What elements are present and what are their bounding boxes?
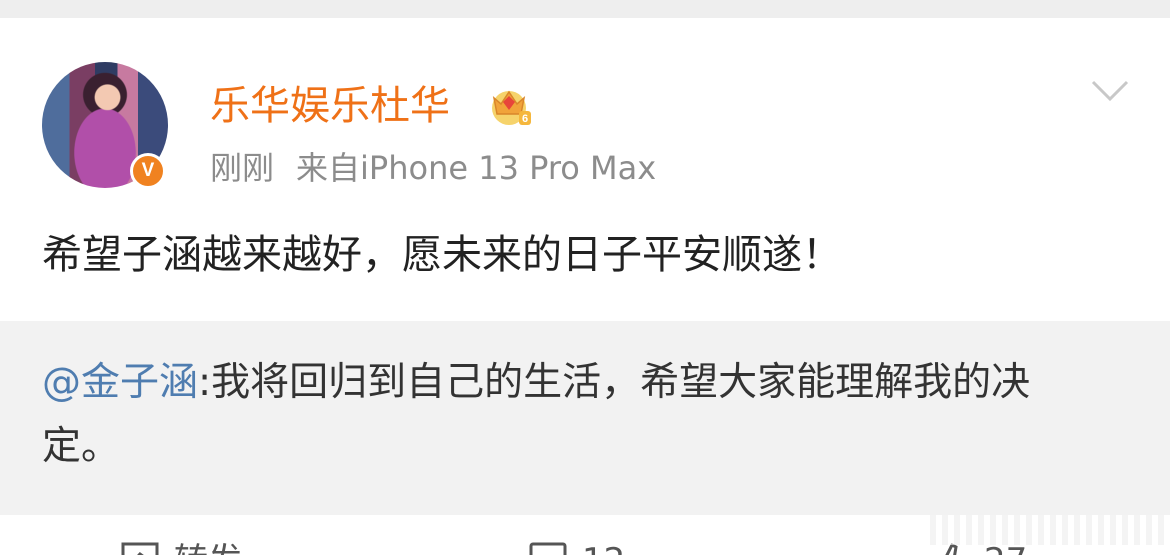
image-watermark-strip (930, 515, 1170, 545)
post-time: 刚刚 (210, 149, 275, 187)
post-body: 希望子涵越来越好，愿未来的日子平安顺遂！ (42, 232, 842, 278)
repost-box[interactable]: @金子涵:我将回归到自己的生活，希望大家能理解我的决定。 (0, 321, 1170, 515)
author-name[interactable]: 乐华娱乐杜华 (210, 82, 450, 130)
verified-v-icon: V (130, 153, 166, 189)
repost-body: @金子涵:我将回归到自己的生活，希望大家能理解我的决定。 (42, 351, 1102, 479)
comment-icon (529, 542, 567, 555)
repost-label: 转发 (174, 541, 242, 555)
comment-button[interactable]: 12 (528, 541, 625, 555)
member-crown-icon[interactable]: 6 (488, 84, 534, 128)
svg-text:6: 6 (522, 113, 528, 125)
chevron-down-icon[interactable] (1090, 78, 1130, 104)
feed-divider (0, 0, 1170, 18)
comment-count: 12 (582, 541, 625, 555)
post-meta: 刚刚 来自iPhone 13 Pro Max (210, 148, 656, 188)
repost-icon (121, 542, 159, 555)
repost-mention-link[interactable]: @金子涵 (42, 360, 198, 405)
post-source: 来自iPhone 13 Pro Max (296, 149, 657, 187)
repost-button[interactable]: 转发 (120, 541, 242, 555)
